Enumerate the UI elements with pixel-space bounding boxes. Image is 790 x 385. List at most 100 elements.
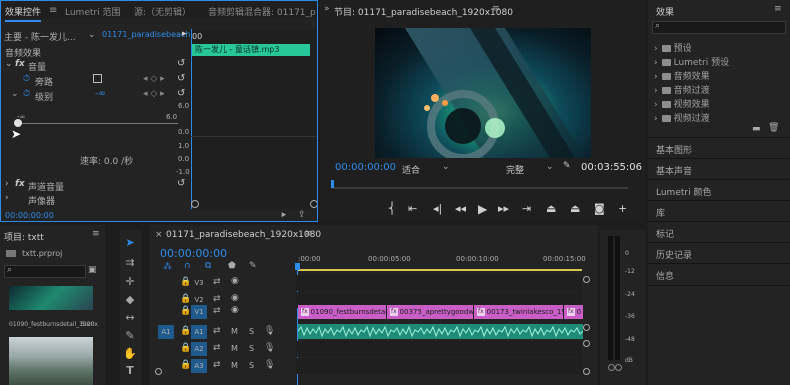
level-value[interactable]: -∞ xyxy=(95,89,106,99)
solo-button[interactable] xyxy=(608,364,615,371)
mini-playhead[interactable] xyxy=(191,29,192,209)
track-resize-handle[interactable] xyxy=(583,324,590,331)
effects-panel-title[interactable]: 效果 xyxy=(656,5,674,18)
scroll-handle[interactable] xyxy=(191,200,199,208)
timeline-sequence-tab[interactable]: 01171_paradisebeach_1920x1080 xyxy=(166,230,321,240)
master-clip-label[interactable]: 主要 - 陈一发儿... xyxy=(4,30,76,43)
track-label-v1[interactable]: V1 xyxy=(191,305,207,319)
tree-item-presets[interactable]: › 预设 xyxy=(654,41,692,54)
work-area-bar[interactable] xyxy=(298,269,582,271)
keyframe-nav-icon[interactable]: ◂ ◇ ▸ xyxy=(143,74,165,84)
video-clip[interactable]: fx01090_festburnsdetail_1920x xyxy=(298,305,386,319)
expand-arrow-icon[interactable]: ⌄ xyxy=(11,89,19,99)
tree-item-lumetri-presets[interactable]: › Lumetri 预设 xyxy=(654,55,729,68)
step-forward-icon[interactable]: ▸▸ xyxy=(498,202,509,215)
add-button-icon[interactable]: + xyxy=(618,202,627,215)
go-to-out-icon[interactable]: ⇥ xyxy=(522,202,531,215)
microphone-icon[interactable]: 🎙 xyxy=(264,326,275,336)
stopwatch-icon[interactable]: ⏱ xyxy=(23,89,30,99)
quality-dropdown[interactable]: 完整 xyxy=(506,163,524,176)
video-clip[interactable]: fx00375_aprettygoodwell_1920 xyxy=(387,305,473,319)
sync-lock-icon[interactable]: ⇄ xyxy=(213,343,221,353)
hand-tool-icon[interactable]: ✋ xyxy=(120,347,140,360)
snap-icon[interactable]: ∩ xyxy=(184,261,191,271)
video-clip[interactable]: fx00173_twinlakesco_1920x10 xyxy=(474,305,563,319)
scroll-handle[interactable] xyxy=(310,200,317,208)
video-frame[interactable] xyxy=(375,28,591,158)
microphone-icon[interactable]: 🎙 xyxy=(264,360,275,370)
track-lane-a3[interactable] xyxy=(296,358,582,374)
section-libraries[interactable]: 库 xyxy=(648,200,790,222)
track-label-v3[interactable]: V3 xyxy=(191,276,207,290)
sync-lock-icon[interactable]: ⇄ xyxy=(213,294,221,304)
razor-tool-icon[interactable]: ◆ xyxy=(120,293,140,306)
linked-selection-icon[interactable]: ⧉ xyxy=(205,261,211,271)
program-scrubber[interactable] xyxy=(332,187,628,189)
menu-icon[interactable]: ≡ xyxy=(492,4,500,14)
ripple-edit-tool-icon[interactable]: ✛ xyxy=(120,275,140,288)
reset-icon[interactable]: ↺ xyxy=(177,73,185,84)
new-search-bin-icon[interactable]: ▣ xyxy=(88,265,97,275)
bypass-checkbox[interactable] xyxy=(93,74,102,83)
microphone-icon[interactable]: 🎙 xyxy=(264,343,275,353)
reset-icon[interactable]: ↺ xyxy=(177,88,185,99)
lock-icon[interactable]: 🔒 xyxy=(180,306,191,316)
program-monitor-title[interactable]: 节目: 01171_paradisebeach_1920x1080 xyxy=(334,5,513,18)
clip-thumbnail[interactable] xyxy=(9,286,93,310)
eye-icon[interactable]: ◉ xyxy=(231,305,239,315)
mute-button[interactable]: M xyxy=(231,344,238,353)
menu-icon[interactable]: ≡ xyxy=(305,229,313,239)
nest-icon[interactable]: ⁂ xyxy=(163,262,172,272)
solo-button[interactable]: S xyxy=(249,361,254,370)
close-icon[interactable]: × xyxy=(155,230,163,240)
reset-icon[interactable]: ↺ xyxy=(177,178,185,189)
go-to-in-icon[interactable]: ◂| xyxy=(433,202,442,215)
scroll-handle[interactable] xyxy=(583,368,590,375)
track-resize-handle[interactable] xyxy=(583,340,590,347)
tree-item-video-transitions[interactable]: › 视频过渡 xyxy=(654,111,710,124)
section-lumetri-color[interactable]: Lumetri 颜色 xyxy=(648,179,790,201)
pen-tool-icon[interactable]: ✎ xyxy=(120,329,140,342)
lock-icon[interactable]: 🔒 xyxy=(180,326,191,336)
new-bin-icon[interactable]: ▬ xyxy=(752,124,761,134)
fit-dropdown[interactable]: 适合 xyxy=(402,163,420,176)
mute-button[interactable]: M xyxy=(231,327,238,336)
sync-lock-icon[interactable]: ⇄ xyxy=(213,306,221,316)
keyframe-nav-icon[interactable]: ◂ ◇ ▸ xyxy=(143,89,165,99)
tree-item-video-effects[interactable]: › 视频效果 xyxy=(654,97,710,110)
program-playhead[interactable] xyxy=(331,180,334,188)
eye-icon[interactable]: ◉ xyxy=(231,276,239,286)
wrench-icon[interactable]: ✎ xyxy=(563,161,571,171)
camera-icon[interactable]: ◙ xyxy=(594,202,605,215)
tab-effect-controls[interactable]: 效果控件 xyxy=(5,5,42,22)
menu-icon[interactable]: ≡ xyxy=(774,4,782,14)
chevron-down-icon[interactable]: ⌄ xyxy=(442,162,450,172)
chevron-down-icon[interactable]: ⌄ xyxy=(546,162,554,172)
collapse-arrow-icon[interactable]: › xyxy=(5,179,9,189)
extract-icon[interactable]: ⏏ xyxy=(570,202,580,215)
chevron-down-icon[interactable]: ⌄ xyxy=(88,30,96,40)
section-info[interactable]: 信息 xyxy=(648,263,790,286)
lock-icon[interactable]: 🔒 xyxy=(180,277,191,287)
program-timecode[interactable]: 00:00:00:00 xyxy=(335,162,396,173)
tree-item-audio-transitions[interactable]: › 音频过渡 xyxy=(654,83,710,96)
clip-thumbnail[interactable] xyxy=(9,337,93,385)
panel-menu-arrow-icon[interactable]: » xyxy=(324,4,330,14)
lock-icon[interactable]: 🔒 xyxy=(180,294,191,304)
solo-button[interactable] xyxy=(615,364,622,371)
video-clip[interactable]: fx 0 xyxy=(564,305,583,319)
section-essential-graphics[interactable]: 基本图形 xyxy=(648,137,790,159)
lift-icon[interactable]: ⏏ xyxy=(546,202,556,215)
lock-icon[interactable]: 🔒 xyxy=(180,343,191,353)
sync-lock-icon[interactable]: ⇄ xyxy=(213,277,221,287)
collapse-arrow-icon[interactable]: › xyxy=(5,193,9,203)
level-slider-track[interactable] xyxy=(18,123,178,124)
reset-icon[interactable]: ↺ xyxy=(177,58,185,69)
effect-controls-timecode[interactable]: 00:00:00:00 xyxy=(5,211,54,220)
mute-button[interactable]: M xyxy=(231,361,238,370)
mini-audio-clip[interactable]: 陈一发儿 - 童话镇.mp3 xyxy=(192,44,310,56)
section-markers[interactable]: 标记 xyxy=(648,221,790,243)
stopwatch-icon[interactable]: ⏱ xyxy=(23,74,30,84)
tab-audio-clip-mixer[interactable]: 音频剪辑混合器: 01171_p xyxy=(208,5,316,18)
step-back-icon[interactable]: ◂◂ xyxy=(455,202,466,215)
